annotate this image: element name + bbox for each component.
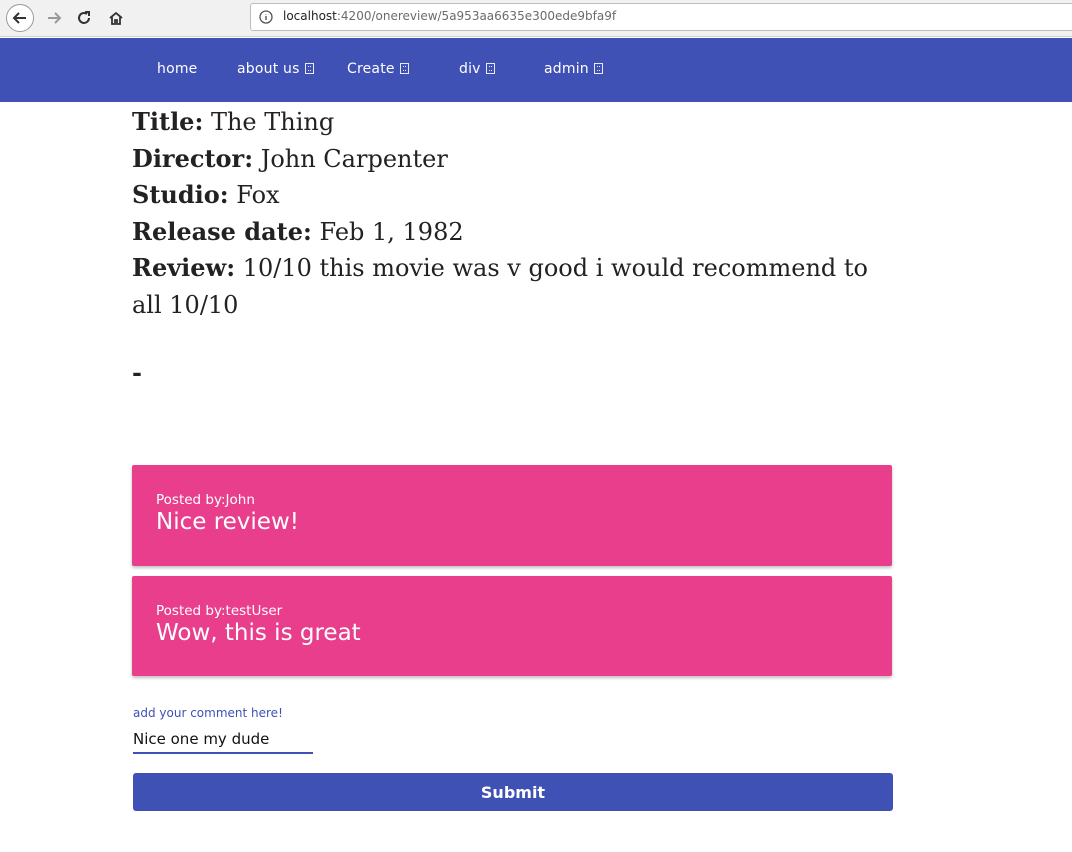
comment-card: Posted by:John Nice review!	[132, 465, 892, 566]
review-value: 10/10 this movie was v good i would reco…	[132, 254, 868, 319]
home-button[interactable]	[102, 4, 130, 32]
director-label: Director:	[132, 143, 254, 173]
nav-item-about-us[interactable]: about us	[237, 61, 314, 77]
url-host: localhost	[283, 9, 337, 23]
studio-value: Fox	[228, 181, 280, 209]
nav-item-create[interactable]: Create	[347, 61, 409, 77]
director-value: John Carpenter	[253, 144, 448, 173]
review-label: Review:	[132, 253, 236, 282]
browser-toolbar: localhost:4200/onereview/5a953aa6635e300…	[0, 0, 1072, 37]
url-path: :4200/onereview/5a953aa6635e300ede9bfa9f	[336, 9, 617, 23]
info-icon	[259, 10, 273, 24]
release-date-row: Release date: Feb 1, 1982	[132, 214, 892, 251]
forward-button[interactable]	[40, 4, 68, 32]
arrow-right-icon	[48, 12, 62, 24]
reload-icon	[78, 11, 90, 24]
comment-text: Wow, this is great	[156, 620, 361, 646]
missing-glyph-icon	[304, 63, 314, 74]
release-date-value: Feb 1, 1982	[311, 217, 464, 246]
nav-item-admin[interactable]: admin	[544, 61, 603, 77]
url-text: localhost:4200/onereview/5a953aa6635e300…	[283, 9, 616, 23]
title-value: The Thing	[203, 108, 335, 136]
missing-glyph-icon	[485, 63, 495, 74]
missing-glyph-icon	[593, 63, 603, 74]
separator-dash: -	[132, 358, 142, 387]
nav-item-div[interactable]: div	[459, 61, 495, 77]
comment-input-label: add your comment here!	[133, 706, 283, 720]
studio-row: Studio: Fox	[132, 177, 892, 214]
comment-input[interactable]	[133, 726, 313, 754]
title-row: Title: The Thing	[132, 104, 892, 141]
nav-item-home[interactable]: home	[157, 61, 198, 77]
app-navbar: home about us Create div admin	[0, 38, 1072, 102]
release-date-label: Release date:	[132, 216, 312, 246]
review-details: Title: The Thing Director: John Carpente…	[132, 104, 892, 323]
reload-button[interactable]	[70, 4, 98, 32]
submit-button[interactable]: Submit	[133, 773, 893, 811]
director-row: Director: John Carpenter	[132, 141, 892, 178]
nav-item-label: div	[459, 61, 481, 77]
address-bar[interactable]: localhost:4200/onereview/5a953aa6635e300…	[250, 3, 1072, 31]
studio-label: Studio:	[132, 180, 229, 209]
comment-author: Posted by:John	[156, 492, 255, 508]
home-icon	[109, 11, 123, 25]
review-row: Review: 10/10 this movie was v good i wo…	[132, 250, 892, 323]
back-button[interactable]	[6, 4, 34, 32]
nav-item-label: admin	[544, 61, 589, 77]
title-label: Title:	[132, 107, 204, 136]
nav-item-label: home	[157, 61, 198, 77]
missing-glyph-icon	[399, 63, 409, 74]
arrow-left-icon	[12, 12, 26, 24]
comment-text: Nice review!	[156, 509, 299, 535]
nav-item-label: Create	[347, 61, 395, 77]
comment-author: Posted by:testUser	[156, 603, 283, 619]
nav-item-label: about us	[237, 61, 300, 77]
comment-card: Posted by:testUser Wow, this is great	[132, 576, 892, 676]
